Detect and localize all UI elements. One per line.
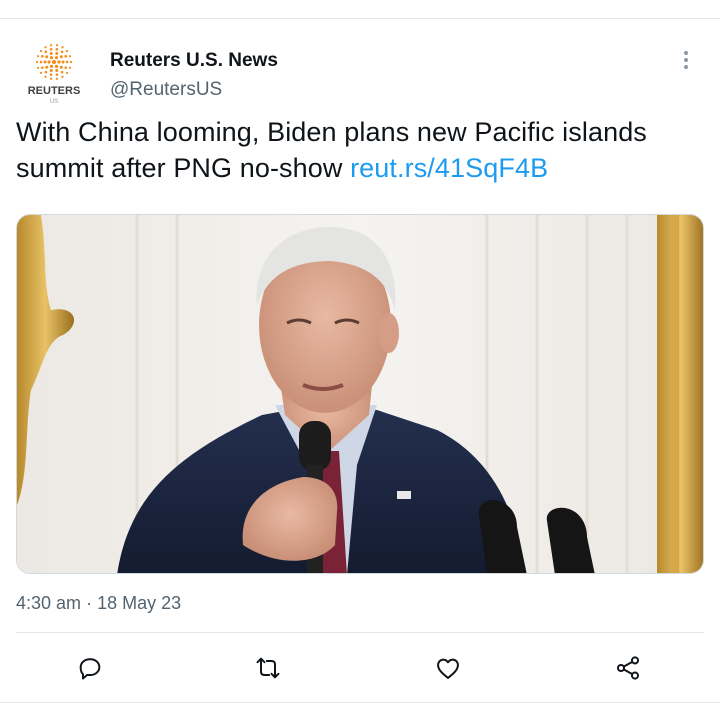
- logo-dot: [49, 44, 53, 47]
- tweet-body: With China looming, Biden plans new Paci…: [16, 117, 647, 183]
- logo-dot: [49, 64, 54, 68]
- logo-dot: [49, 73, 53, 76]
- logo-dot: [57, 60, 61, 64]
- logo-dot: [55, 77, 59, 80]
- logo-dot: [44, 46, 47, 49]
- more-options-button[interactable]: [674, 48, 698, 72]
- heart-icon: [437, 658, 459, 679]
- logo-dot: [36, 55, 40, 58]
- avatar[interactable]: REUTERS US: [16, 42, 92, 106]
- reply-icon: [79, 658, 101, 680]
- logo-dot: [47, 60, 51, 64]
- logo-dot: [52, 60, 56, 64]
- share-button[interactable]: [608, 648, 648, 688]
- logo-dot: [36, 66, 40, 69]
- logo-dot: [68, 55, 72, 58]
- logo-dot: [39, 71, 43, 75]
- tweet-date[interactable]: 18 May 23: [97, 593, 181, 613]
- timestamp-separator: ·: [86, 593, 93, 613]
- logo-dot: [61, 60, 65, 64]
- top-divider: [0, 18, 720, 19]
- logo-dot: [69, 60, 73, 64]
- logo-dot: [40, 55, 44, 58]
- retweet-icon: [256, 657, 280, 679]
- retweet-button[interactable]: [248, 648, 288, 688]
- tweet-link[interactable]: reut.rs/41SqF4B: [350, 153, 548, 183]
- logo-dot: [45, 55, 49, 59]
- logo-dot: [49, 51, 53, 55]
- logo-dot: [44, 70, 48, 74]
- share-icon: [616, 656, 640, 680]
- more-vertical-icon: [684, 51, 688, 69]
- like-button[interactable]: [428, 648, 468, 688]
- logo-dot: [40, 66, 44, 69]
- logo-dot: [60, 50, 64, 54]
- tweet-actions-bar: [0, 648, 720, 688]
- photo-image: [17, 215, 703, 573]
- logo-wordmark: REUTERS: [28, 85, 81, 97]
- logo-subtext: US: [50, 99, 58, 105]
- tweet-text: With China looming, Biden plans new Paci…: [16, 114, 704, 186]
- logo-dot: [59, 55, 63, 59]
- tweet-media-photo[interactable]: [16, 214, 704, 574]
- author-handle[interactable]: @ReutersUS: [110, 79, 222, 101]
- logo-dot: [61, 75, 64, 78]
- logo-dot: [65, 49, 69, 53]
- logo-dot: [39, 60, 43, 64]
- logo-dot: [44, 75, 47, 78]
- logo-dot: [65, 71, 69, 75]
- logo-dot: [45, 65, 49, 69]
- logo-dot: [54, 56, 59, 60]
- logo-dot: [49, 48, 53, 51]
- logo-dot: [68, 66, 72, 69]
- author-name[interactable]: Reuters U.S. News: [110, 50, 278, 72]
- logo-dot: [44, 50, 48, 54]
- logo-dot: [59, 65, 63, 69]
- logo-dot: [43, 60, 47, 64]
- logo-dot: [39, 49, 43, 53]
- logo-dot: [55, 51, 59, 55]
- logo-dot: [64, 66, 68, 69]
- tweet-header: REUTERS US Reuters U.S. News @ReutersUS: [16, 42, 706, 112]
- logo-dot: [55, 48, 59, 51]
- logo-dot: [54, 64, 59, 68]
- bottom-divider: [0, 702, 720, 703]
- tweet-time[interactable]: 4:30 am: [16, 593, 81, 613]
- logo-dot: [55, 44, 59, 47]
- logo-dot: [60, 70, 64, 74]
- logo-dot: [65, 60, 69, 64]
- logo-dot: [64, 55, 68, 58]
- tweet-timestamp: 4:30 am · 18 May 23: [16, 593, 181, 614]
- logo-dot: [49, 77, 53, 80]
- reply-button[interactable]: [70, 648, 110, 688]
- actions-divider: [16, 632, 704, 633]
- logo-dot: [55, 73, 59, 76]
- logo-dot: [49, 56, 54, 60]
- logo-dot: [55, 69, 59, 73]
- logo-dot: [35, 60, 39, 64]
- logo-dot: [49, 69, 53, 73]
- logo-dot: [61, 46, 64, 49]
- reuters-logo-icon: REUTERS US: [28, 44, 81, 105]
